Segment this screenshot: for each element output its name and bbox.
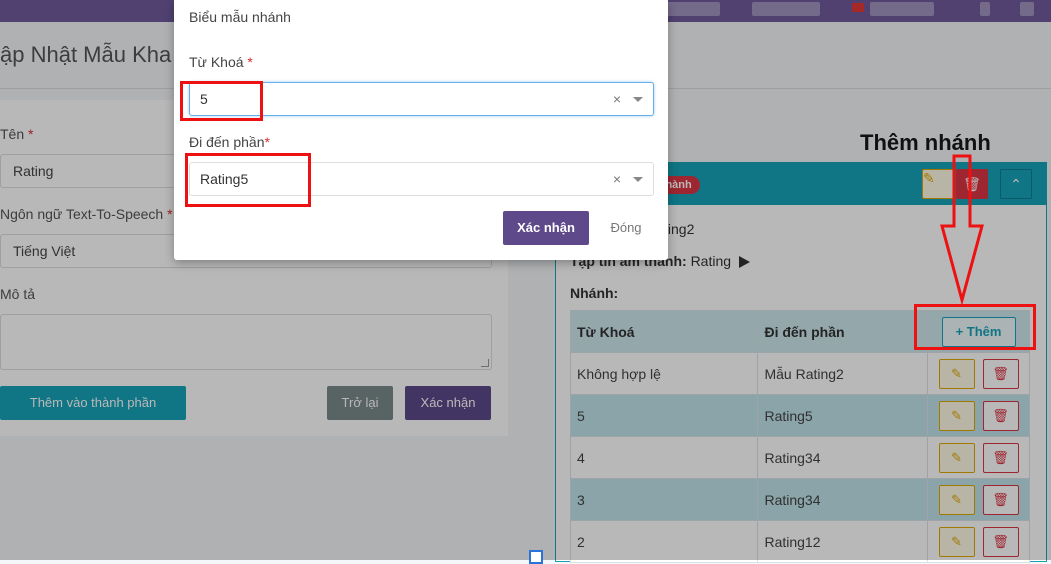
cursor-marker	[529, 550, 543, 564]
highlight-add-branch	[914, 304, 1036, 350]
clear-icon[interactable]: ×	[613, 91, 621, 107]
branch-form-modal: Biểu mẫu nhánh Từ Khoá * 5 × Đi đến phần…	[174, 0, 668, 260]
keyword-label-text: Từ Khoá	[189, 54, 244, 70]
chevron-down-icon[interactable]	[633, 177, 643, 182]
annotation-arrow-icon	[940, 154, 984, 304]
highlight-goto	[185, 153, 311, 207]
keyword-label: Từ Khoá *	[189, 54, 253, 70]
chevron-down-icon[interactable]	[633, 97, 643, 102]
required-mark: *	[247, 54, 253, 70]
modal-title: Biểu mẫu nhánh	[189, 9, 291, 25]
goto-label: Đi đến phần*	[189, 134, 270, 150]
modal-confirm-button[interactable]: Xác nhận	[503, 211, 589, 245]
required-mark: *	[264, 134, 270, 150]
modal-close-button[interactable]: Đóng	[603, 211, 649, 245]
clear-icon[interactable]: ×	[613, 171, 621, 187]
highlight-keyword	[180, 81, 263, 121]
goto-label-text: Đi đến phần	[189, 134, 265, 150]
annotation-label: Thêm nhánh	[860, 130, 991, 155]
